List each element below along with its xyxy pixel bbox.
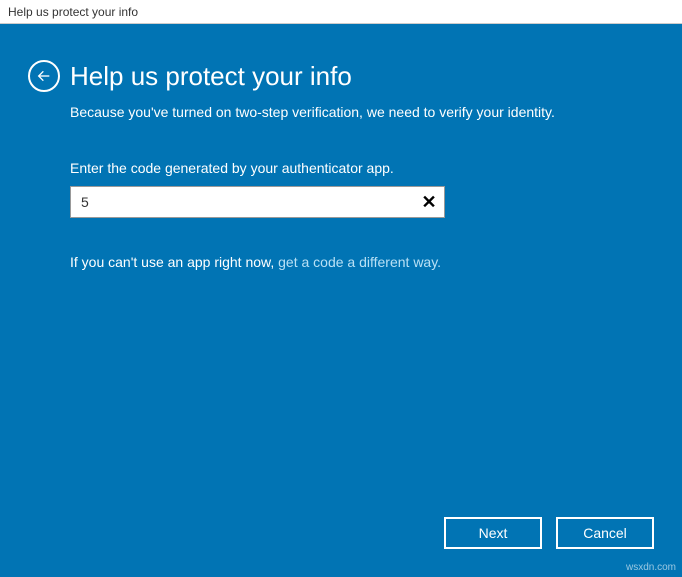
back-button[interactable] xyxy=(28,60,60,92)
clear-input-button[interactable]: ✕ xyxy=(419,192,439,212)
main-panel: Help us protect your info Because you've… xyxy=(0,24,682,577)
code-input-wrap: ✕ xyxy=(70,186,445,218)
page-subtitle: Because you've turned on two-step verifi… xyxy=(70,104,642,120)
get-code-different-way-link[interactable]: get a code a different way. xyxy=(278,254,441,270)
next-button[interactable]: Next xyxy=(444,517,542,549)
close-icon: ✕ xyxy=(421,193,436,211)
code-input-label: Enter the code generated by your authent… xyxy=(70,160,642,176)
window-titlebar: Help us protect your info xyxy=(0,0,682,24)
watermark: wsxdn.com xyxy=(626,562,676,573)
cancel-button[interactable]: Cancel xyxy=(556,517,654,549)
help-line: If you can't use an app right now, get a… xyxy=(70,254,642,270)
back-arrow-icon xyxy=(36,68,52,84)
content-area: Because you've turned on two-step verifi… xyxy=(28,104,642,270)
code-input[interactable] xyxy=(70,186,445,218)
window-title: Help us protect your info xyxy=(8,5,138,19)
page-heading: Help us protect your info xyxy=(70,62,352,91)
footer-buttons: Next Cancel xyxy=(444,517,654,549)
header-row: Help us protect your info xyxy=(28,60,642,92)
help-prefix: If you can't use an app right now, xyxy=(70,254,278,270)
